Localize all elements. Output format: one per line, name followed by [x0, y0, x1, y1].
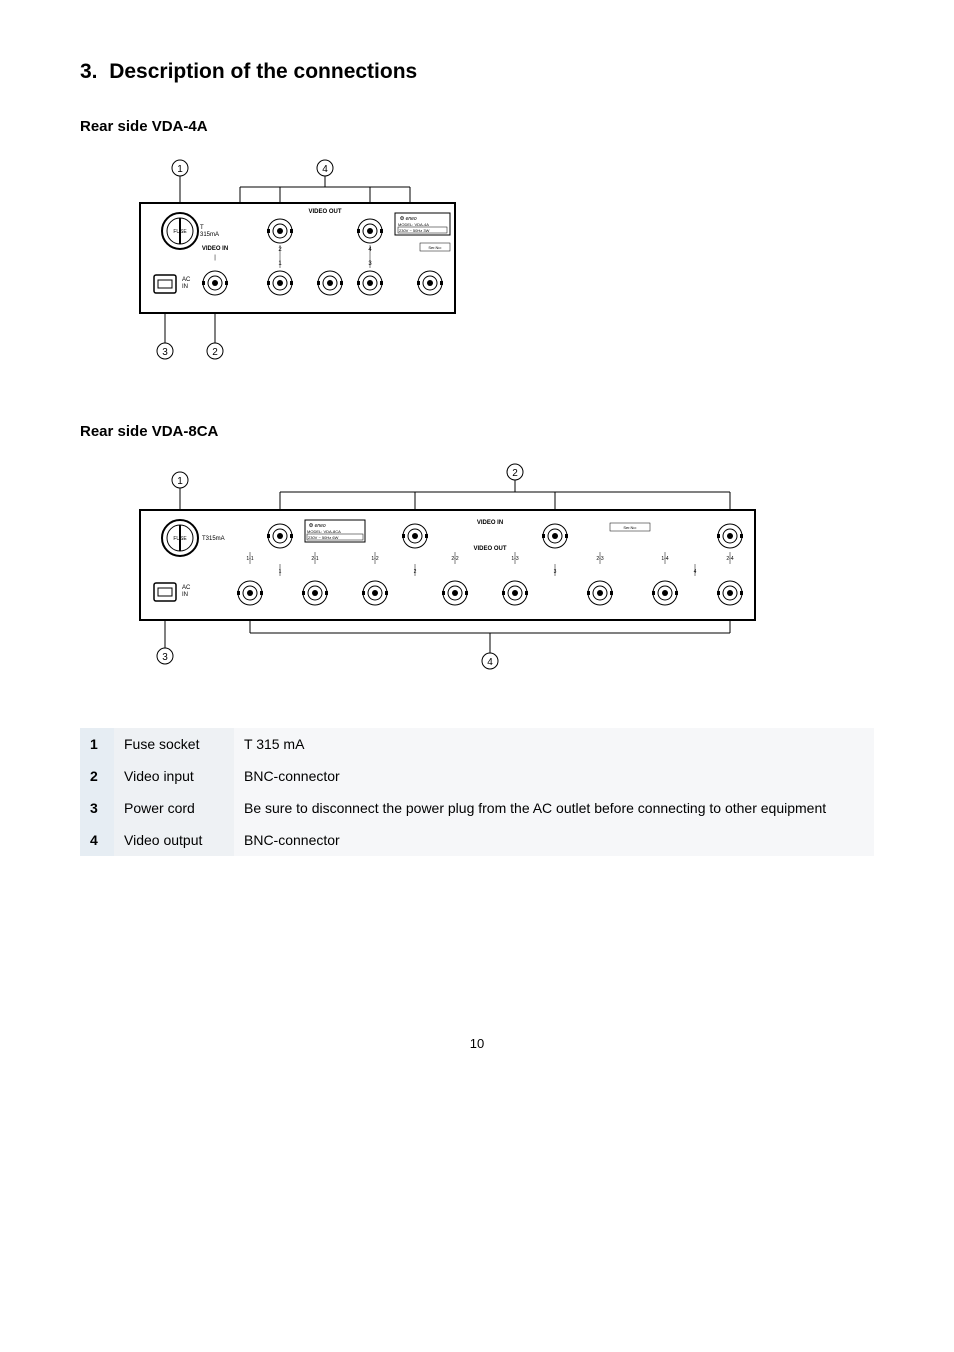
row-number: 4: [80, 824, 114, 856]
callout-4: 4: [322, 164, 328, 175]
ser-no-b: Ser.No:: [623, 525, 636, 530]
ac-in-label-1: AC: [182, 277, 191, 283]
table-row: 4Video outputBNC-connector: [80, 824, 874, 856]
row-name: Video output: [114, 824, 234, 856]
callout-3b: 3: [162, 652, 168, 663]
ac-in-b-1: AC: [182, 585, 191, 591]
callout-1b: 1: [177, 476, 183, 487]
row-number: 2: [80, 760, 114, 792]
callout-2b: 2: [512, 468, 518, 479]
section-title-text: Description of the connections: [109, 60, 417, 83]
fuse-rating-t: T: [200, 225, 204, 231]
video-out-label: VIDEO OUT: [308, 209, 341, 215]
callout-2: 2: [212, 347, 218, 358]
row-desc: BNC-connector: [234, 760, 874, 792]
ser-no-label: Ser.No:: [428, 245, 441, 250]
row-desc: T 315 mA: [234, 728, 874, 760]
connections-table: 1Fuse socketT 315 mA2Video inputBNC-conn…: [80, 728, 874, 856]
diagram-vda-8ca: 1 2 FUSE T315mA ❂ eneo MODEL: VDA-8CA: [120, 458, 874, 678]
model-power-b: 230V ~ 50Hz 6W: [308, 535, 339, 540]
fuse-rating-b: T315mA: [202, 536, 225, 542]
row-name: Power cord: [114, 792, 234, 824]
row-number: 1: [80, 728, 114, 760]
callout-1: 1: [177, 164, 183, 175]
ac-in-b-2: IN: [182, 592, 188, 598]
row-number: 3: [80, 792, 114, 824]
ac-in-label-2: IN: [182, 284, 188, 290]
page-number: 10: [80, 1036, 874, 1051]
callout-3: 3: [162, 347, 168, 358]
fuse-label-b: FUSE: [173, 536, 187, 542]
model-line: MODEL: VDA-4A: [398, 222, 429, 227]
table-row: 3Power cordBe sure to disconnect the pow…: [80, 792, 874, 824]
video-in-label: VIDEO IN: [202, 246, 228, 252]
row-desc: Be sure to disconnect the power plug fro…: [234, 792, 874, 824]
subheading-vda-8ca: Rear side VDA-8CA: [80, 423, 874, 440]
model-power: 230V ~ 50Hz 3W: [399, 228, 430, 233]
diagram-vda-4a: 1 4 FUSE T 315mA VIDEO OUT: [120, 153, 874, 373]
table-row: 1Fuse socketT 315 mA: [80, 728, 874, 760]
fuse-label: FUSE: [173, 229, 187, 235]
row-desc: BNC-connector: [234, 824, 874, 856]
row-name: Fuse socket: [114, 728, 234, 760]
video-in-label-b: VIDEO IN: [477, 520, 503, 526]
video-out-label-b: VIDEO OUT: [473, 546, 506, 552]
model-line-b: MODEL: VDA-8CA: [307, 529, 341, 534]
section-heading: 3. Description of the connections: [80, 60, 874, 84]
fuse-rating-val: 315mA: [200, 232, 219, 238]
section-number: 3.: [80, 60, 98, 83]
callout-4b: 4: [487, 657, 493, 668]
table-row: 2Video inputBNC-connector: [80, 760, 874, 792]
subheading-vda-4a: Rear side VDA-4A: [80, 118, 874, 135]
row-name: Video input: [114, 760, 234, 792]
